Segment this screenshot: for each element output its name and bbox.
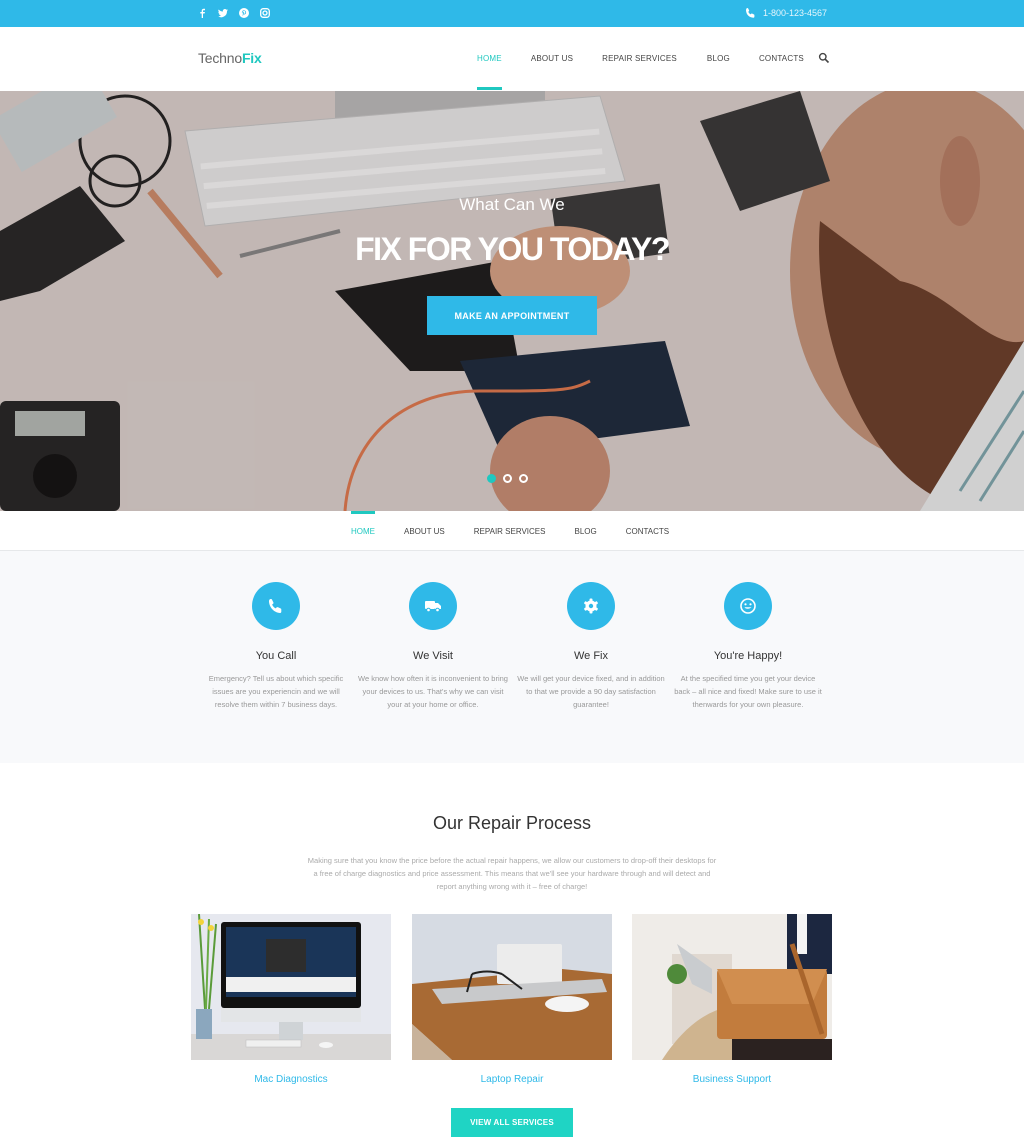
make-appointment-button[interactable]: MAKE AN APPOINTMENT <box>427 296 597 335</box>
top-bar: 1-800-123-4567 <box>0 0 1024 27</box>
instagram-icon[interactable] <box>259 7 271 19</box>
feature-title: We Visit <box>413 650 453 662</box>
business-support-link[interactable]: Business Support <box>693 1074 771 1085</box>
view-all-services-button[interactable]: VIEW ALL SERVICES <box>451 1108 573 1137</box>
subnav-contacts[interactable]: CONTACTS <box>626 527 669 536</box>
features-section: You Call Emergency? Tell us about which … <box>0 551 1024 763</box>
repair-process-section: Our Repair Process Making sure that you … <box>0 763 1024 1145</box>
subnav-repair-services[interactable]: REPAIR SERVICES <box>474 527 546 536</box>
section-description: Making sure that you know the price befo… <box>307 856 717 891</box>
search-icon[interactable] <box>818 52 830 64</box>
phone-number: 1-800-123-4567 <box>762 8 827 18</box>
nav-home[interactable]: HOME <box>477 54 502 90</box>
business-support-image[interactable] <box>632 914 832 1060</box>
secondary-nav: HOME ABOUT US REPAIR SERVICES BLOG CONTA… <box>0 511 1024 551</box>
mac-diagnostics-link[interactable]: Mac Diagnostics <box>254 1074 327 1085</box>
feature-we-fix: We Fix We will get your device fixed, an… <box>516 582 666 711</box>
mac-diagnostics-image[interactable] <box>191 914 391 1060</box>
feature-title: We Fix <box>573 650 609 662</box>
phone-contact[interactable]: 1-800-123-4567 <box>745 7 827 19</box>
hero-slider: What Can We FIX FOR YOU TODAY? MAKE AN A… <box>0 91 1024 511</box>
slide-dot-2[interactable] <box>503 474 512 483</box>
main-nav: HOME ABOUT US REPAIR SERVICES BLOG CONTA… <box>477 54 804 90</box>
gear-icon <box>567 582 615 630</box>
subnav-about-us[interactable]: ABOUT US <box>404 527 445 536</box>
feature-text: At the specified time you get your devic… <box>674 674 822 709</box>
logo-text-techno: Techno <box>198 50 242 66</box>
feature-title: You're Happy! <box>713 650 783 662</box>
service-card-laptop-repair: Laptop Repair <box>412 914 612 1087</box>
logo-text-fix: Fix <box>241 50 262 66</box>
feature-text: Emergency? Tell us about which specific … <box>208 674 344 709</box>
facebook-icon[interactable] <box>196 7 208 19</box>
subnav-home[interactable]: HOME <box>351 511 375 536</box>
nav-repair-services[interactable]: REPAIR SERVICES <box>602 54 677 63</box>
feature-we-visit: We Visit We know how often it is inconve… <box>358 582 508 711</box>
slide-dot-1[interactable] <box>487 474 496 483</box>
phone-icon <box>252 582 300 630</box>
nav-contacts[interactable]: CONTACTS <box>759 54 804 63</box>
laptop-repair-link[interactable]: Laptop Repair <box>481 1074 544 1085</box>
service-card-mac-diagnostics: Mac Diagnostics <box>191 914 391 1087</box>
social-links <box>196 7 271 19</box>
twitter-icon[interactable] <box>217 7 229 19</box>
slider-pagination <box>487 474 528 483</box>
feature-text: We know how often it is inconvenient to … <box>358 674 508 709</box>
pinterest-icon[interactable] <box>238 7 250 19</box>
slide-dot-3[interactable] <box>519 474 528 483</box>
laptop-repair-image[interactable] <box>412 914 612 1060</box>
nav-about-us[interactable]: ABOUT US <box>531 54 573 63</box>
service-card-business-support: Business Support <box>632 914 832 1087</box>
smiley-icon <box>724 582 772 630</box>
logo[interactable]: TechnoFix <box>198 50 262 66</box>
subnav-blog[interactable]: BLOG <box>574 527 596 536</box>
phone-icon <box>745 8 755 18</box>
hero-subtitle: What Can We <box>459 195 565 214</box>
hero-title: FIX FOR YOU TODAY? <box>355 231 670 267</box>
nav-blog[interactable]: BLOG <box>707 54 730 63</box>
feature-youre-happy: You're Happy! At the specified time you … <box>673 582 823 711</box>
section-title: Our Repair Process <box>432 813 592 833</box>
truck-icon <box>409 582 457 630</box>
feature-text: We will get your device fixed, and in ad… <box>517 674 665 709</box>
feature-title: You Call <box>255 650 297 662</box>
site-header: TechnoFix HOME ABOUT US REPAIR SERVICES … <box>0 27 1024 91</box>
feature-you-call: You Call Emergency? Tell us about which … <box>201 582 351 711</box>
